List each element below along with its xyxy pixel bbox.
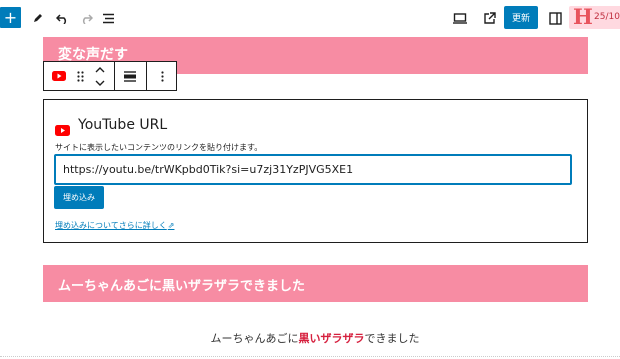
embed-url-input[interactable]: https://youtu.be/trWKpbd0Tik?si=u7zj31Yz…	[54, 154, 572, 185]
youtube-embed-block: YouTube URL サイトに表示したいコンテンツのリンクを貼り付けます。 h…	[43, 99, 588, 243]
undo-icon[interactable]	[55, 9, 69, 27]
seo-score-text: 25/100	[594, 12, 620, 22]
heading-block[interactable]: ムーちゃんあごに黒いザラザラできました	[43, 265, 588, 302]
heading-text[interactable]: ムーちゃんあごに黒いザラザラできました	[58, 275, 305, 294]
drag-handle-icon[interactable]	[73, 62, 87, 90]
list-view-icon[interactable]	[101, 9, 115, 27]
update-button[interactable]: 更新	[504, 6, 538, 29]
desktop-preview-icon[interactable]	[452, 9, 468, 27]
paragraph-text[interactable]: ムーちゃんあごに	[211, 332, 299, 345]
youtube-icon[interactable]	[44, 62, 73, 90]
youtube-icon	[55, 121, 70, 140]
learn-more-link[interactable]: 埋め込みについてさらに詳しく⇗	[55, 220, 174, 231]
redo-icon[interactable]	[79, 9, 93, 27]
embed-instructions: サイトに表示したいコンテンツのリンクを貼り付けます。	[55, 143, 263, 152]
pen-icon[interactable]	[30, 9, 46, 27]
sidebar-icon[interactable]	[548, 9, 562, 27]
paragraph-highlight[interactable]: 黒いザラザラ	[299, 332, 365, 345]
seo-score-letter: H	[573, 6, 593, 29]
move-down-icon[interactable]	[87, 76, 113, 90]
paragraph-text[interactable]: できました	[365, 332, 420, 345]
align-icon[interactable]	[115, 62, 145, 90]
editor-toolbar: + 更新 H 25/100	[0, 0, 620, 37]
divider	[0, 356, 620, 358]
embed-button[interactable]: 埋め込み	[54, 186, 104, 209]
paragraph-block[interactable]: ムーちゃんあごに黒いザラザラできました	[0, 330, 620, 346]
learn-more-text[interactable]: 埋め込みについてさらに詳しく	[55, 221, 167, 230]
seo-score-badge[interactable]: H 25/100	[569, 6, 620, 29]
external-link-icon: ⇗	[167, 221, 175, 230]
add-block-button[interactable]: +	[0, 7, 21, 28]
external-link-icon[interactable]	[481, 9, 497, 27]
move-up-icon[interactable]	[87, 62, 113, 76]
more-options-icon[interactable]	[147, 62, 177, 90]
block-toolbar	[43, 61, 177, 91]
embed-title: YouTube URL	[78, 117, 168, 133]
